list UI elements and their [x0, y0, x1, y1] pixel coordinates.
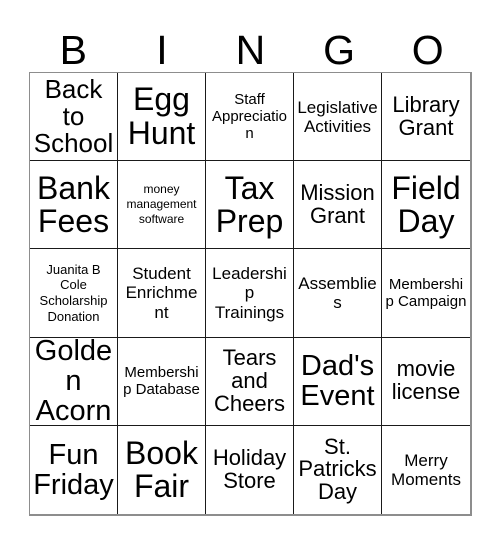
header-letter-b: B	[59, 27, 87, 73]
bingo-card: B I N G O Back to School Egg Hunt Staff Ap…	[0, 0, 500, 544]
bingo-header-row: B I N G O	[29, 17, 472, 72]
bingo-cell-r3c4[interactable]: Assemblies	[294, 249, 382, 338]
bingo-cell-label: Fun Friday	[33, 438, 114, 501]
bingo-cell-label: Legislative Activities	[297, 97, 378, 136]
bingo-cell-label: Golden Acorn	[34, 337, 113, 426]
bingo-cell-label: Student Enrichment	[125, 264, 198, 322]
bingo-cell-r4c3[interactable]: Tears and Cheers	[206, 337, 294, 426]
bingo-cell-r3c2[interactable]: Student Enrichment	[118, 249, 206, 338]
header-letter-i: I	[156, 27, 168, 73]
bingo-cell-label: Juanita B Cole Scholarship Donation	[39, 261, 108, 324]
bingo-cell-label: Tax Prep	[215, 169, 284, 239]
bingo-cell-label: Library Grant	[392, 91, 460, 140]
bingo-cell-label: Membership Database	[123, 363, 200, 399]
bingo-cell-r5c3[interactable]: Holiday Store	[206, 425, 294, 514]
bingo-cell-label: Field Day	[391, 169, 461, 239]
bingo-cell-label: Mission Grant	[300, 179, 375, 228]
bingo-cell-label: Merry Moments	[391, 450, 461, 489]
bingo-cell-label: Dad's Event	[300, 350, 375, 413]
bingo-cell-r3c3[interactable]: Leadership Trainings	[206, 249, 294, 338]
bingo-cell-r2c1[interactable]: Bank Fees	[30, 161, 118, 250]
bingo-cell-label: Egg Hunt	[127, 81, 196, 151]
bingo-cell-label: Book Fair	[125, 434, 198, 504]
bingo-cell-r4c4[interactable]: Dad's Event	[294, 337, 382, 426]
bingo-cell-r4c5[interactable]: movie license	[382, 337, 470, 426]
bingo-cell-label: Back to School	[33, 74, 114, 159]
bingo-cell-r1c5[interactable]: Library Grant	[382, 73, 470, 162]
header-letter-n: N	[235, 27, 266, 73]
header-letter-g: G	[323, 27, 356, 73]
bingo-cell-label: Tears and Cheers	[214, 344, 285, 416]
bingo-cell-r3c5[interactable]: Membership Campaign	[382, 249, 470, 338]
bingo-cell-r1c3[interactable]: Staff Appreciation	[206, 73, 294, 162]
bingo-cell-label: Leadership Trainings	[212, 264, 287, 322]
bingo-grid: Back to School Egg Hunt Staff Appreciation…	[29, 72, 472, 516]
bingo-cell-label: Bank Fees	[37, 169, 110, 239]
bingo-cell-r2c4[interactable]: Mission Grant	[294, 161, 382, 250]
header-letter-o: O	[411, 27, 444, 73]
bingo-cell-r5c2[interactable]: Book Fair	[118, 425, 206, 514]
bingo-cell-r2c2[interactable]: money management software	[118, 161, 206, 250]
bingo-cell-r1c2[interactable]: Egg Hunt	[118, 73, 206, 162]
bingo-cell-label: St. Patricks Day	[298, 433, 377, 505]
bingo-cell-r5c1[interactable]: Fun Friday	[30, 425, 118, 514]
bingo-cell-label: Holiday Store	[212, 445, 287, 493]
bingo-cell-r2c3[interactable]: Tax Prep	[206, 161, 294, 250]
bingo-cell-label: money management software	[126, 182, 197, 227]
bingo-cell-r3c1[interactable]: Juanita B Cole Scholarship Donation	[30, 249, 118, 338]
bingo-cell-r5c4[interactable]: St. Patricks Day	[294, 425, 382, 514]
bingo-cell-label: Membership Campaign	[385, 275, 467, 310]
bingo-cell-r5c5[interactable]: Merry Moments	[382, 425, 470, 514]
bingo-cell-r1c4[interactable]: Legislative Activities	[294, 73, 382, 162]
bingo-cell-label: movie license	[391, 356, 461, 405]
bingo-cell-r1c1[interactable]: Back to School	[30, 73, 118, 162]
bingo-cell-r2c5[interactable]: Field Day	[382, 161, 470, 250]
bingo-cell-label: Assemblies	[298, 273, 377, 312]
bingo-cell-r4c1[interactable]: Golden Acorn	[30, 337, 118, 426]
bingo-cell-label: Staff Appreciation	[211, 90, 288, 143]
bingo-cell-r4c2[interactable]: Membership Database	[118, 337, 206, 426]
